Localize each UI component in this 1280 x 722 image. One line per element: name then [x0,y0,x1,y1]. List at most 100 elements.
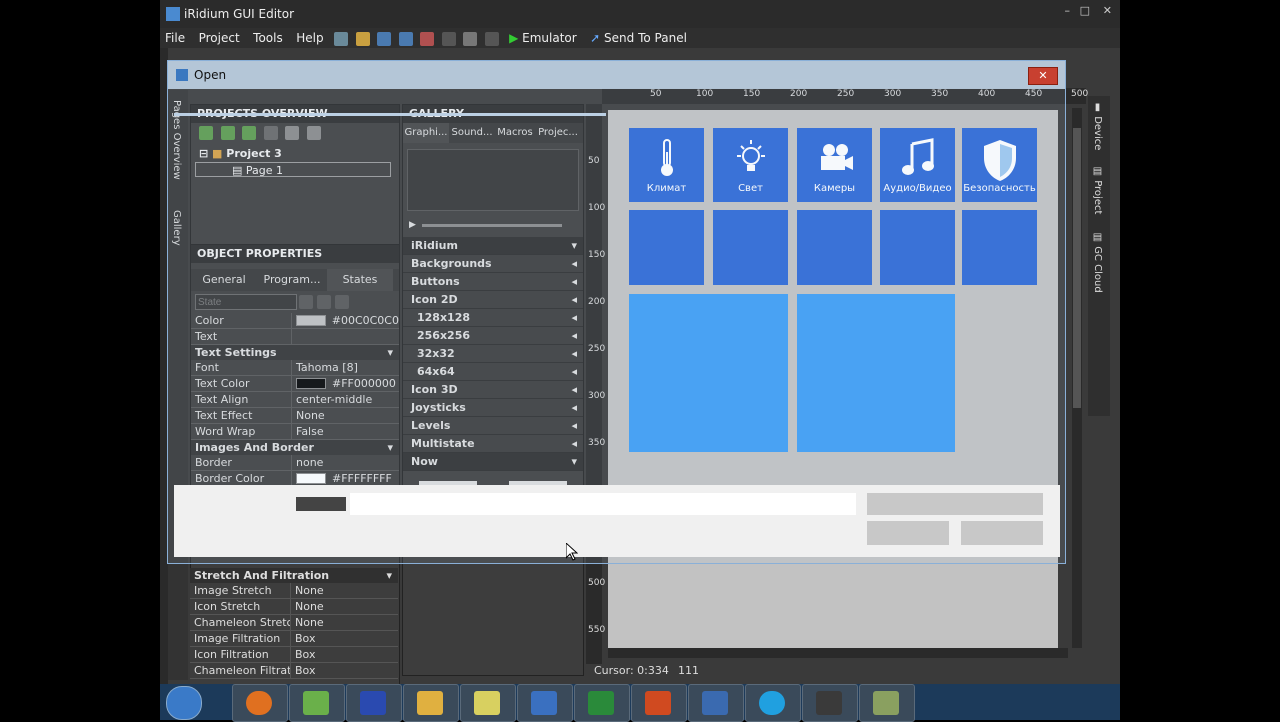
title-bar: iRidium GUI Editor – □ ✕ [160,0,1120,28]
send-icon: ➚ [590,31,605,45]
horizontal-scrollbar[interactable] [608,648,1068,658]
cut-icon[interactable] [441,32,456,46]
property-row[interactable]: Image Stretch None [190,583,398,599]
property-value[interactable]: Box [291,631,315,646]
taskbar-firefox[interactable] [232,684,288,722]
property-value[interactable]: Box [291,663,315,678]
dialog-progress-line [174,113,606,116]
taskbar-powerpoint[interactable] [631,684,687,722]
window-title: iRidium GUI Editor [184,7,295,21]
ruler-y-label: 500 [588,578,606,588]
property-value[interactable]: None [291,583,324,598]
iridium-icon [531,691,557,715]
taskbar-excel[interactable] [574,684,630,722]
skype-icon [759,691,785,715]
filename-label [296,497,346,511]
send-to-panel-button[interactable]: ➚ Send To Panel [585,28,692,48]
property-value[interactable]: None [291,599,324,614]
property-name: Image Filtration [190,631,291,646]
cloud-icon: ▤ [1092,232,1103,247]
taskbar-iridium[interactable] [517,684,573,722]
tab-gc-cloud[interactable]: ▤ GC Cloud [1092,232,1103,293]
property-value-text: None [295,584,324,597]
save-all-icon[interactable] [398,32,413,46]
section-stretch-filtration[interactable]: Stretch And Filtration ▾ [190,568,398,583]
cancel-button[interactable] [961,521,1043,545]
filetype-select[interactable] [867,493,1043,515]
excel-icon [588,691,614,715]
close-icon[interactable]: ✕ [1103,4,1112,17]
tab-project[interactable]: ▤ Project [1092,166,1103,214]
menu-file[interactable]: File [160,28,190,48]
media-icon [816,691,842,715]
ruler-y-label: 550 [588,625,606,635]
property-row[interactable]: Chameleon Filtration Box [190,663,398,679]
notes-icon [474,691,500,715]
minimize-icon[interactable]: – [1065,4,1071,17]
save-icon [360,691,386,715]
property-value[interactable]: Box [291,647,315,662]
dialog-close-icon[interactable]: ✕ [1028,67,1058,85]
right-side-tabs: ▮ Device ▤ Project ▤ GC Cloud [1088,96,1110,416]
dialog-logo-icon [176,69,188,81]
menu-project[interactable]: Project [194,28,245,48]
property-name: Chameleon Filtration [190,663,291,678]
tab-device[interactable]: ▮ Device [1092,102,1103,150]
property-value-text: Box [295,632,316,645]
property-row[interactable]: Icon Filtration Box [190,647,398,663]
play-icon: ▶ [509,31,523,45]
firefox-icon [246,691,272,715]
menu-bar: File Project Tools Help ▶ Emulator ➚ Sen… [160,28,1120,48]
new-icon[interactable] [334,32,349,46]
property-value-text: Box [295,664,316,677]
taskbar-media[interactable] [802,684,858,722]
filename-input[interactable] [350,493,856,515]
maximize-icon[interactable]: □ [1080,4,1090,17]
taskbar-tools[interactable] [688,684,744,722]
ruler-x-label: 500 [1071,89,1089,99]
powerpoint-icon [645,691,671,715]
property-value-text: None [295,616,324,629]
property-row[interactable]: Chameleon Stretch None [190,615,398,631]
emulator-button[interactable]: ▶ Emulator [504,28,582,48]
start-button[interactable] [166,686,202,720]
taskbar-notes[interactable] [460,684,516,722]
menu-tools[interactable]: Tools [248,28,288,48]
property-name: Chameleon Stretch [190,615,291,630]
taskbar-folder[interactable] [403,684,459,722]
project-icon: ▤ [1092,166,1103,181]
close-project-icon[interactable] [420,32,435,46]
property-row[interactable]: Icon Stretch None [190,599,398,615]
app-logo-icon [166,7,180,21]
paste-icon[interactable] [484,32,499,46]
property-value[interactable]: None [291,615,324,630]
folder-icon [417,691,443,715]
open-dialog: Open ✕ [167,60,1066,564]
mouse-cursor-icon [566,543,578,561]
iridium-tool-icon [303,691,329,715]
cursor-extra: 111 [678,664,699,677]
open-button[interactable] [867,521,949,545]
copy-icon[interactable] [463,32,478,46]
open-icon[interactable] [355,32,370,46]
property-row[interactable]: Image Filtration Box [190,631,398,647]
dialog-title: Open [194,68,227,82]
property-value-text: None [295,600,324,613]
dialog-footer [174,485,1060,557]
device-icon: ▮ [1092,102,1103,117]
property-value-text: Box [295,648,316,661]
taskbar-iridium-tool[interactable] [289,684,345,722]
menu-help[interactable]: Help [291,28,328,48]
app-icon [873,691,899,715]
taskbar-app[interactable] [859,684,915,722]
taskbar-save[interactable] [346,684,402,722]
tools-icon [702,691,728,715]
cursor-readout: Cursor: 0:334 [594,664,669,677]
taskbar-skype[interactable] [745,684,801,722]
property-name: Icon Stretch [190,599,291,614]
property-name: Image Stretch [190,583,291,598]
property-name: Icon Filtration [190,647,291,662]
save-icon[interactable] [377,32,392,46]
vertical-scrollbar[interactable] [1072,108,1082,648]
props-rows-stretch: Image Stretch None Icon Stretch None Chamele… [190,583,398,679]
